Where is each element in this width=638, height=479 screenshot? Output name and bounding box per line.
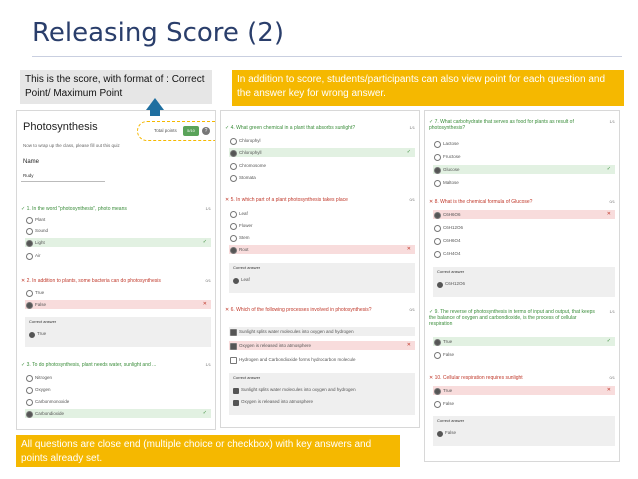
q5-option[interactable]: Leaf <box>229 209 415 218</box>
q10-option-selected[interactable]: True ✕ <box>433 386 615 395</box>
q2-points: 0/1 <box>205 278 211 283</box>
answer-key-label: Correct answer <box>29 319 57 324</box>
q1-text: ✓ 1. In the word "photosynthesis", photo… <box>21 206 127 212</box>
q2-option[interactable]: True <box>25 288 211 297</box>
quiz-subtitle: Now to wrap up the class, please fill ou… <box>23 143 120 148</box>
quiz-title: Photosynthesis <box>23 121 98 133</box>
answer-key-option: True <box>29 331 46 338</box>
q9-option[interactable]: False <box>433 350 615 359</box>
q3-option[interactable]: Nitrogen <box>25 373 211 382</box>
q7-text: ✓ 7. What carbohydrate that serves as fo… <box>429 119 574 131</box>
q3-option[interactable]: Oxygen <box>25 385 211 394</box>
check-icon: ✓ <box>606 338 611 344</box>
answer-key-label: Correct answer <box>233 265 261 270</box>
title-rule <box>32 56 622 57</box>
q8-answer-key: Correct answer C6H12O6 <box>433 267 615 297</box>
q10-option[interactable]: False <box>433 399 615 408</box>
q3-text: ✓ 3. To do photosynthesis, plant needs w… <box>21 362 157 368</box>
help-icon[interactable]: ? <box>202 127 210 135</box>
q5-points: 0/1 <box>409 197 415 202</box>
cross-icon: ✕ <box>202 301 207 307</box>
q5-option-selected[interactable]: Root ✕ <box>229 245 415 254</box>
note-point-view: In addition to score, students/participa… <box>232 70 624 106</box>
note-score-format: This is the score, with format of : Corr… <box>20 70 212 104</box>
q6-answer-key: Correct answer Sunlight splits water mol… <box>229 373 415 415</box>
q1-option[interactable]: Air <box>25 251 211 260</box>
q3-points: 1/1 <box>205 362 211 367</box>
q4-option[interactable]: Chlorophyl <box>229 136 415 145</box>
q4-points: 1/1 <box>409 125 415 130</box>
total-points-label: Total points <box>154 128 177 133</box>
q9-points: 1/1 <box>609 309 615 314</box>
answer-key-label: Correct answer <box>437 418 465 423</box>
cross-icon: ✕ <box>606 211 611 217</box>
q1-option-selected[interactable]: Light ✓ <box>25 238 211 247</box>
q6-option[interactable]: Hydrogen and Carbondioxide forms hydroca… <box>229 355 415 364</box>
q8-option-selected[interactable]: C6H6O6 ✕ <box>433 210 615 219</box>
slide-title: Releasing Score (2) <box>32 18 284 48</box>
q7-option-selected[interactable]: Glucose ✓ <box>433 165 615 174</box>
name-value: Rudy <box>23 173 34 178</box>
q8-option[interactable]: C4H4O4 <box>433 249 615 258</box>
q5-option[interactable]: Stem <box>229 233 415 242</box>
answer-key-option: C6H12O6 <box>437 281 465 288</box>
answer-key-option: Leaf <box>233 277 250 284</box>
q3-option-selected[interactable]: Carbondioxide ✓ <box>25 409 211 418</box>
q8-option[interactable]: C6H6O4 <box>433 236 615 245</box>
total-points-badge: Total points 5/10 ? <box>137 121 215 141</box>
quiz-panel-1: Photosynthesis Total points 5/10 ? Now t… <box>16 110 216 430</box>
check-icon: ✓ <box>202 410 207 416</box>
q8-points: 0/1 <box>609 199 615 204</box>
cross-icon: ✕ <box>406 342 411 348</box>
q6-text: ✕ 6. Which of the following processes in… <box>225 307 372 313</box>
quiz-panel-3: ✓ 7. What carbohydrate that serves as fo… <box>424 110 620 462</box>
q9-option-selected[interactable]: True ✓ <box>433 337 615 346</box>
answer-key-label: Correct answer <box>233 375 261 380</box>
q5-text: ✕ 5. In which part of a plant photosynth… <box>225 197 348 203</box>
q5-option[interactable]: Flower <box>229 221 415 230</box>
q7-option[interactable]: Maltose <box>433 178 615 187</box>
q4-option[interactable]: Stomata <box>229 173 415 182</box>
q6-option-selected[interactable]: Oxygen is released into atmosphere ✕ <box>229 341 415 350</box>
q4-option[interactable]: Chromosome <box>229 161 415 170</box>
q1-points: 1/1 <box>205 206 211 211</box>
cross-icon: ✕ <box>406 246 411 252</box>
cross-icon: ✕ <box>606 387 611 393</box>
q7-option[interactable]: Lactose <box>433 139 615 148</box>
q4-text: ✓ 4. What green chemical in a plant that… <box>225 125 356 131</box>
check-icon: ✓ <box>202 239 207 245</box>
answer-key-option: Sunlight splits water molecules into oxy… <box>233 387 356 394</box>
total-points-value: 5/10 <box>183 126 199 136</box>
q8-option[interactable]: C6H12O6 <box>433 223 615 232</box>
check-icon: ✓ <box>406 149 411 155</box>
answer-key-label: Correct answer <box>437 269 465 274</box>
quiz-panel-2: ✓ 4. What green chemical in a plant that… <box>220 110 420 428</box>
q10-text: ✕ 10. Cellular respiration requires sunl… <box>429 375 523 381</box>
q3-option[interactable]: Carbonmonoxide <box>25 397 211 406</box>
q9-text: ✓ 9. The reverse of photosynthesis in te… <box>429 309 595 327</box>
q6-option-selected[interactable]: Sunlight splits water molecules into oxy… <box>229 327 415 336</box>
q10-points: 0/1 <box>609 375 615 380</box>
answer-key-option: Oxygen is released into atmosphere <box>233 399 313 406</box>
q2-answer-key: Correct answer True <box>25 317 211 347</box>
q5-answer-key: Correct answer Leaf <box>229 263 415 293</box>
q1-option[interactable]: Plant <box>25 215 211 224</box>
q2-option-selected[interactable]: False ✕ <box>25 300 211 309</box>
q10-answer-key: Correct answer False <box>433 416 615 446</box>
answer-key-option: False <box>437 430 456 437</box>
check-icon: ✓ <box>606 166 611 172</box>
q2-text: ✕ 2. In addition to plants, some bacteri… <box>21 278 161 284</box>
q1-option[interactable]: Sound <box>25 226 211 235</box>
q7-points: 1/1 <box>609 119 615 124</box>
q8-text: ✕ 8. What is the chemical formula of Glu… <box>429 199 533 205</box>
name-label: Name <box>23 159 40 165</box>
note-close-end: All questions are close end (multiple ch… <box>16 435 400 467</box>
q4-option-selected[interactable]: Chlorophyll ✓ <box>229 148 415 157</box>
q7-option[interactable]: Fructose <box>433 152 615 161</box>
arrow-up-icon <box>146 98 164 110</box>
name-underline <box>21 181 105 182</box>
q6-points: 0/1 <box>409 307 415 312</box>
